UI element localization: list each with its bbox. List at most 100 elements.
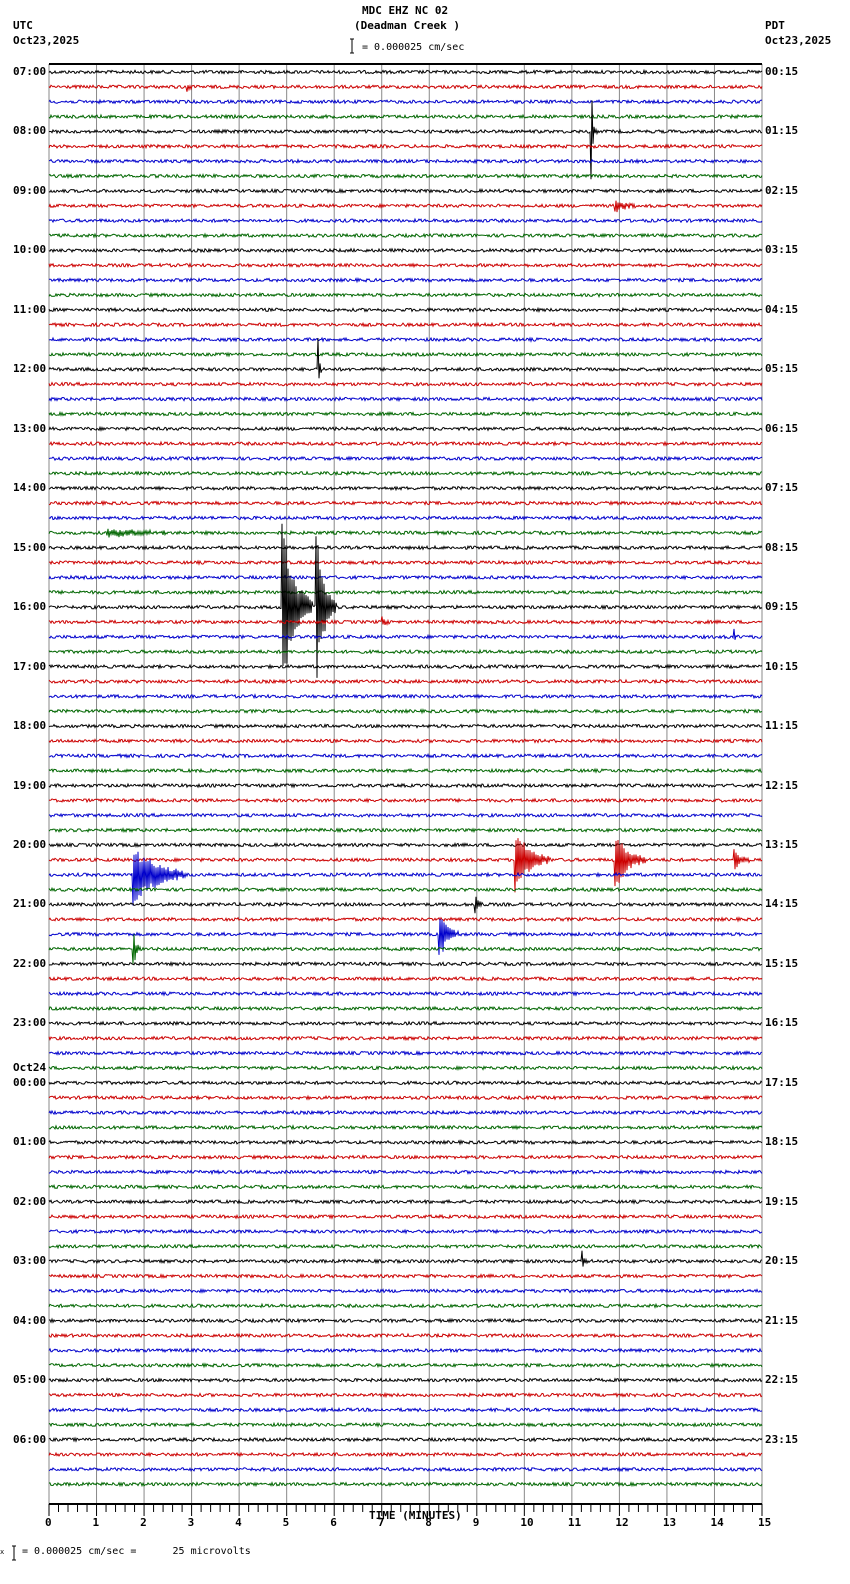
pdt-hour-label: 14:15 xyxy=(765,897,799,911)
seismic-trace xyxy=(48,737,763,745)
seismic-trace xyxy=(48,291,763,298)
seismic-trace xyxy=(48,381,763,387)
utc-hour-label: 10:00 xyxy=(13,243,47,257)
seismic-trace xyxy=(48,410,763,417)
seismic-trace xyxy=(48,960,762,968)
seismic-trace xyxy=(48,172,763,180)
utc-hour-label: 01:00 xyxy=(13,1135,47,1149)
x-tick-label: 12 xyxy=(615,1516,629,1529)
utc-hour-label: 02:00 xyxy=(13,1194,47,1208)
utc-hour-label: 16:00 xyxy=(13,600,47,614)
x-tick-label: 14 xyxy=(710,1516,724,1529)
pdt-hour-label: 19:15 xyxy=(765,1194,799,1208)
seismic-trace xyxy=(48,544,763,551)
pdt-hour-label: 20:15 xyxy=(765,1254,799,1268)
seismic-trace xyxy=(48,1198,763,1205)
seismic-trace xyxy=(48,1020,763,1027)
x-tick-label: 0 xyxy=(45,1516,52,1529)
utc-hour-label: 19:00 xyxy=(13,778,47,792)
x-tick-label: 5 xyxy=(282,1516,290,1529)
utc-hour-label: 11:00 xyxy=(13,302,47,316)
seismic-trace xyxy=(48,98,763,105)
seismic-trace xyxy=(48,693,763,700)
seismic-trace xyxy=(48,1273,763,1280)
seismic-trace xyxy=(48,113,763,120)
seismic-trace xyxy=(48,200,763,213)
seismic-trace xyxy=(48,1005,763,1012)
seismic-trace xyxy=(48,515,763,521)
seismic-trace xyxy=(48,752,763,759)
seismic-trace xyxy=(48,470,763,477)
footer-scale-bar-icon xyxy=(12,1545,16,1561)
seismic-trace xyxy=(48,1391,763,1399)
seismic-trace xyxy=(48,648,763,655)
utc-hour-label: 04:00 xyxy=(13,1313,47,1327)
utc-hour-label: 21:00 xyxy=(13,897,47,911)
pdt-hour-label: 22:15 xyxy=(765,1373,799,1387)
utc-hour-label: 20:00 xyxy=(13,837,47,851)
seismic-trace xyxy=(48,827,763,834)
seismic-trace xyxy=(48,1481,763,1488)
pdt-hour-label: 00:15 xyxy=(765,65,799,78)
seismic-trace xyxy=(48,1406,763,1413)
seismic-trace xyxy=(48,247,763,254)
pdt-hour-label: 11:15 xyxy=(765,719,799,733)
seismic-trace xyxy=(48,767,763,774)
utc-hour-label: 08:00 xyxy=(13,124,47,138)
pdt-hour-label: 08:15 xyxy=(765,540,799,554)
seismic-trace xyxy=(48,723,763,729)
utc-hour-label: 03:00 xyxy=(13,1254,47,1268)
x-tick-label: 11 xyxy=(567,1516,582,1529)
pdt-hour-label: 03:15 xyxy=(765,243,799,257)
x-tick-label: 8 xyxy=(425,1516,432,1529)
seismic-trace xyxy=(48,1250,763,1267)
seismic-trace xyxy=(48,396,763,403)
seismic-trace xyxy=(48,143,763,150)
x-tick-label: 15 xyxy=(758,1516,772,1529)
seismic-trace xyxy=(48,1124,763,1131)
seismic-trace xyxy=(48,1154,763,1161)
pdt-hour-label: 02:15 xyxy=(765,183,799,197)
x-tick-label: 4 xyxy=(235,1516,242,1529)
pdt-hour-label: 04:15 xyxy=(765,302,799,316)
seismic-trace xyxy=(48,1287,763,1294)
seismic-trace xyxy=(48,559,763,566)
utc-hour-label: 06:00 xyxy=(13,1432,47,1446)
seismic-trace xyxy=(48,916,763,923)
seismic-trace xyxy=(48,663,763,670)
seismic-trace xyxy=(48,485,763,492)
pdt-hour-label: 23:15 xyxy=(765,1432,799,1446)
seismic-trace xyxy=(48,1035,763,1042)
seismic-trace xyxy=(48,1421,763,1428)
seismic-trace xyxy=(48,1243,763,1250)
utc-hour-label: 14:00 xyxy=(13,481,47,495)
seismic-trace xyxy=(48,1362,763,1369)
pdt-hour-label: 07:15 xyxy=(765,481,799,495)
seismic-trace xyxy=(48,628,763,640)
seismic-trace xyxy=(48,574,763,581)
utc-hour-label: 18:00 xyxy=(13,719,47,733)
seismic-trace xyxy=(48,1064,763,1072)
x-tick-label: 7 xyxy=(377,1516,385,1529)
seismic-trace xyxy=(48,232,763,239)
pdt-hour-label: 21:15 xyxy=(765,1313,799,1327)
seismic-trace xyxy=(48,797,763,804)
seismic-trace xyxy=(48,1466,763,1473)
pdt-hour-label: 06:15 xyxy=(765,421,799,435)
seismic-trace xyxy=(48,841,763,849)
seismic-trace xyxy=(48,1451,763,1458)
utc-hour-label: 05:00 xyxy=(13,1373,47,1387)
utc-hour-label: 23:00 xyxy=(13,1016,47,1030)
seismic-trace xyxy=(48,838,763,893)
seismic-trace xyxy=(48,1377,763,1384)
x-tick-label: 6 xyxy=(330,1516,337,1529)
seismic-trace xyxy=(48,276,763,284)
pdt-hour-label: 05:15 xyxy=(765,362,799,376)
seismic-trace xyxy=(48,678,763,685)
pdt-hour-label: 17:15 xyxy=(765,1075,799,1089)
pdt-hour-label: 01:15 xyxy=(765,124,799,138)
seismic-trace xyxy=(48,1317,763,1324)
utc-hour-label: 22:00 xyxy=(13,956,47,970)
pdt-hour-label: 15:15 xyxy=(765,956,799,970)
utc-hour-label: 12:00 xyxy=(13,362,47,376)
